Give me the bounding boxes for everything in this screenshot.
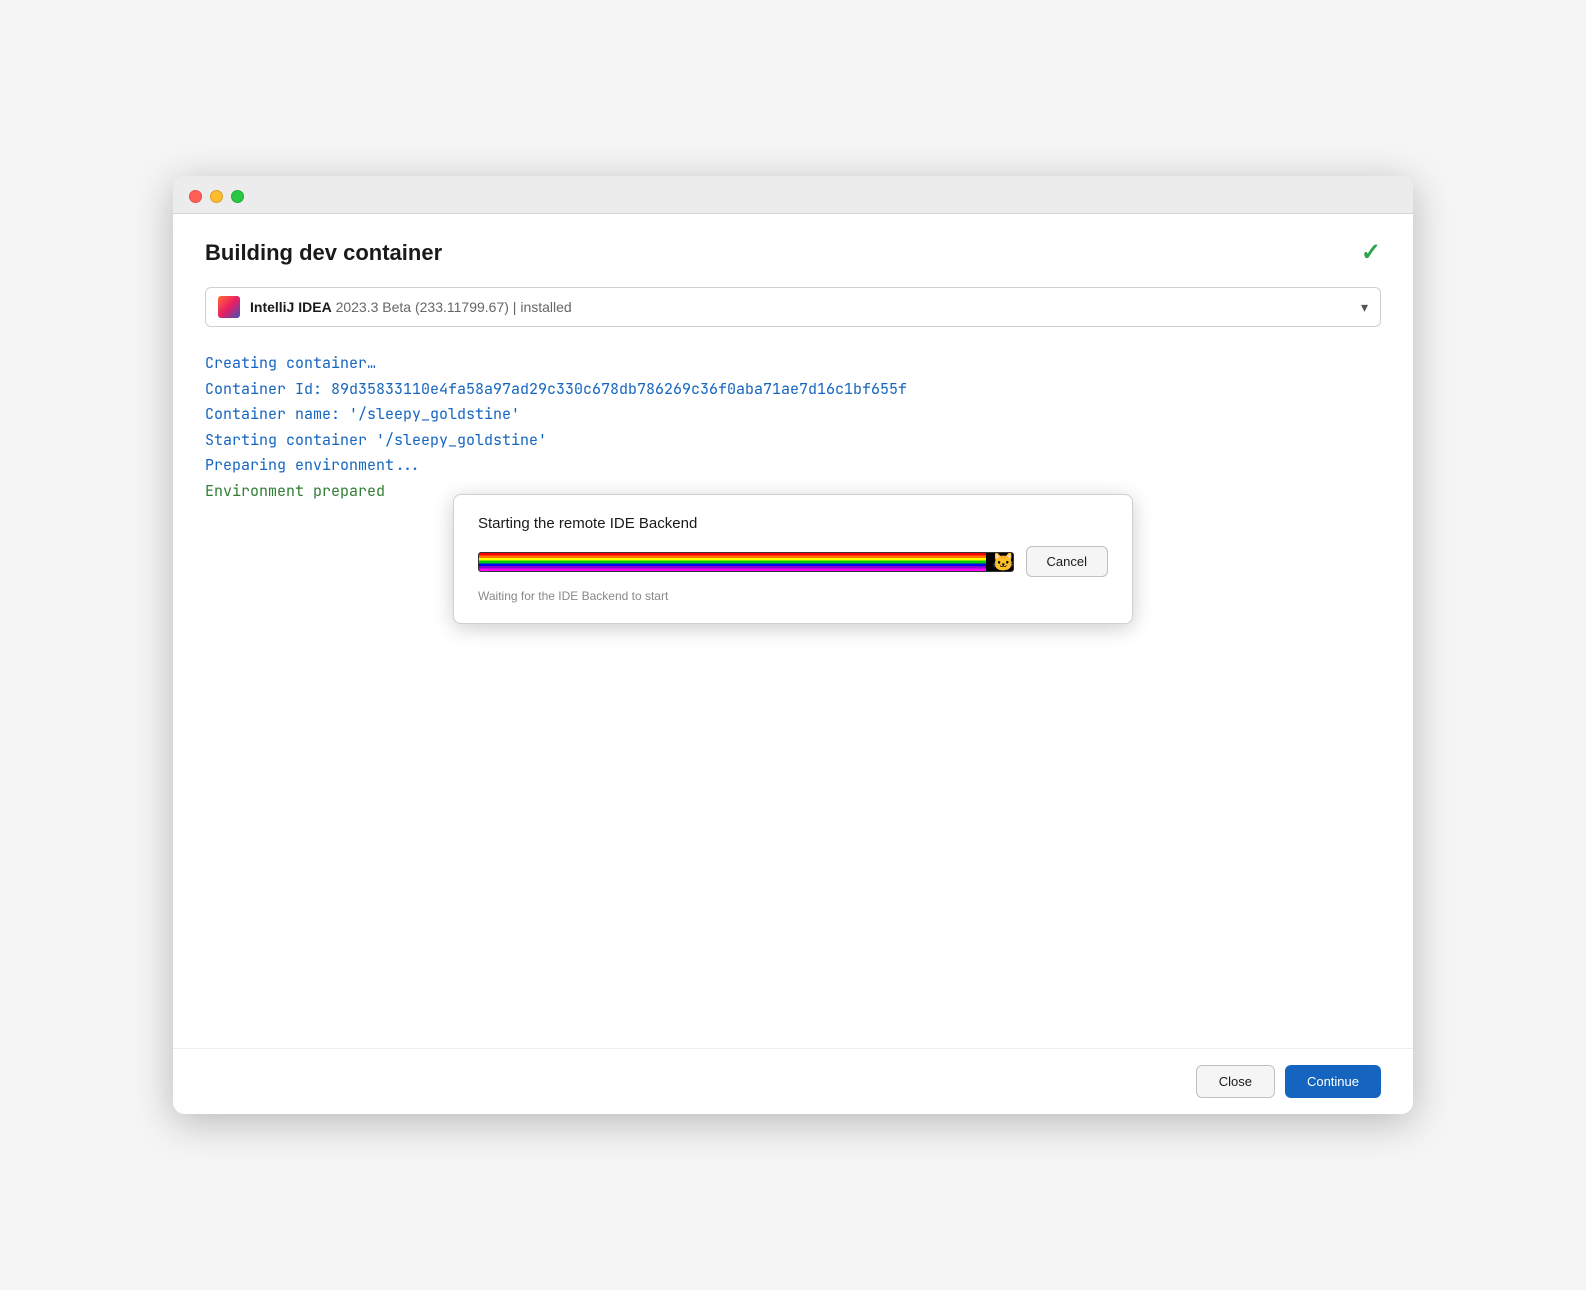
dialog-overlay: Starting the remote IDE Backend 🐱 Cancel… (173, 214, 1413, 1114)
continue-button[interactable]: Continue (1285, 1065, 1381, 1098)
ide-selector[interactable]: IntelliJ IDEA 2023.3 Beta (233.11799.67)… (205, 287, 1381, 327)
log-line-3: Container name: '/sleepy_goldstine' (205, 402, 1381, 428)
page-title: Building dev container (205, 240, 442, 266)
close-button[interactable] (189, 190, 202, 203)
close-button-footer[interactable]: Close (1196, 1065, 1275, 1098)
page-header: Building dev container ✓ (205, 238, 1381, 267)
check-icon: ✓ (1361, 238, 1381, 267)
log-area: Creating container… Container Id: 89d358… (205, 351, 1381, 504)
chevron-down-icon: ▾ (1361, 299, 1368, 316)
titlebar (173, 176, 1413, 214)
content-area: Building dev container ✓ IntelliJ IDEA 2… (173, 214, 1413, 1114)
dialog-status-text: Waiting for the IDE Backend to start (478, 589, 1108, 603)
ide-name: IntelliJ IDEA (250, 299, 332, 315)
minimize-button[interactable] (210, 190, 223, 203)
log-line-2: Container Id: 89d35833110e4fa58a97ad29c3… (205, 377, 1381, 403)
dialog-title: Starting the remote IDE Backend (478, 515, 1108, 532)
nyan-cat-icon: 🐱 (992, 553, 1013, 571)
progress-dialog: Starting the remote IDE Backend 🐱 Cancel… (453, 494, 1133, 624)
log-line-1: Creating container… (205, 351, 1381, 377)
progress-bar-container: 🐱 (478, 552, 1014, 572)
maximize-button[interactable] (231, 190, 244, 203)
footer: Close Continue (173, 1048, 1413, 1114)
ide-status: | installed (513, 299, 572, 315)
log-line-5: Preparing environment... (205, 453, 1381, 479)
ide-label: IntelliJ IDEA 2023.3 Beta (233.11799.67)… (250, 299, 1353, 315)
intellij-icon (218, 296, 240, 318)
progress-bar-fill (479, 553, 986, 571)
log-line-4: Starting container '/sleepy_goldstine' (205, 428, 1381, 454)
ide-version: 2023.3 Beta (233.11799.67) (336, 299, 509, 315)
main-window: Building dev container ✓ IntelliJ IDEA 2… (173, 176, 1413, 1114)
dialog-body: 🐱 Cancel (478, 546, 1108, 577)
cancel-button[interactable]: Cancel (1026, 546, 1108, 577)
